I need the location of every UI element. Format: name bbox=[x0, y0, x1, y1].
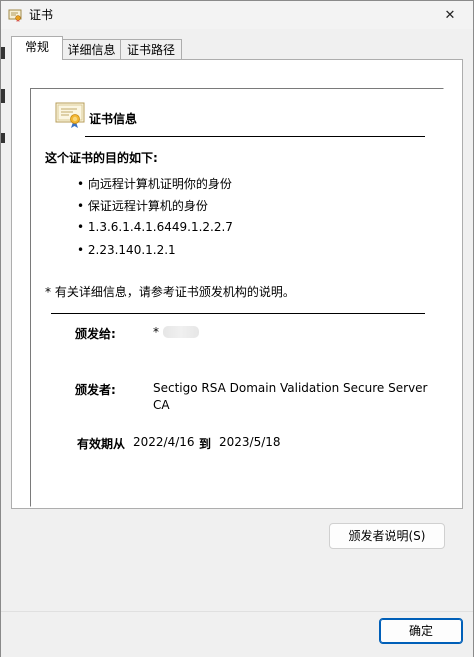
window-title: 证书 bbox=[29, 8, 54, 22]
divider bbox=[85, 136, 425, 137]
close-icon: ✕ bbox=[444, 7, 456, 23]
issued-by-value: Sectigo RSA Domain Validation Secure Ser… bbox=[153, 381, 428, 395]
certificate-icon bbox=[55, 101, 85, 129]
redacted-name bbox=[163, 326, 199, 338]
button-label: 颁发者说明(S) bbox=[348, 529, 426, 543]
purpose-item: • 1.3.6.1.4.1.6449.1.2.2.7 bbox=[77, 220, 233, 234]
button-label: 确定 bbox=[408, 624, 433, 638]
title-bar: 证书 ✕ bbox=[1, 1, 473, 29]
tab-label: 常规 bbox=[24, 40, 49, 54]
section-heading: 证书信息 bbox=[89, 112, 138, 126]
issuer-statement-button[interactable]: 颁发者说明(S) bbox=[329, 523, 445, 549]
ok-button[interactable]: 确定 bbox=[379, 618, 463, 644]
issued-by-label: 颁发者: bbox=[75, 383, 116, 397]
certificate-info-box: 证书信息 这个证书的目的如下: • 向远程计算机证明你的身份 • 保证远程计算机… bbox=[30, 88, 444, 507]
dialog-footer: 确定 bbox=[1, 611, 473, 657]
tab-details[interactable]: 详细信息 bbox=[62, 39, 121, 60]
purpose-item: • 保证远程计算机的身份 bbox=[77, 199, 208, 213]
purpose-item: • 向远程计算机证明你的身份 bbox=[77, 177, 232, 191]
tab-certification-path[interactable]: 证书路径 bbox=[120, 39, 182, 60]
divider bbox=[51, 313, 425, 314]
tab-label: 详细信息 bbox=[67, 43, 116, 57]
issued-to-label: 颁发给: bbox=[75, 327, 116, 341]
purpose-title: 这个证书的目的如下: bbox=[45, 151, 158, 165]
purpose-item: • 2.23.140.1.2.1 bbox=[77, 243, 176, 257]
certificate-icon bbox=[8, 8, 22, 22]
valid-to-label: 到 bbox=[199, 437, 212, 451]
issued-to-value: * bbox=[153, 325, 159, 339]
valid-from-label: 有效期从 bbox=[77, 437, 126, 451]
tab-label: 证书路径 bbox=[126, 43, 175, 57]
valid-to-value: 2023/5/18 bbox=[219, 435, 281, 449]
certificate-dialog: 证书 ✕ 常规 详细信息 证书路径 证书信息 这个证书的目的如下: • 向远程计… bbox=[0, 0, 474, 657]
close-button[interactable]: ✕ bbox=[427, 1, 473, 29]
general-tab-panel: 证书信息 这个证书的目的如下: • 向远程计算机证明你的身份 • 保证远程计算机… bbox=[11, 59, 463, 509]
issued-by-value-continued: CA bbox=[153, 398, 170, 412]
tab-general[interactable]: 常规 bbox=[11, 36, 63, 60]
background-window-edge bbox=[1, 29, 7, 329]
valid-from-value: 2022/4/16 bbox=[133, 435, 195, 449]
info-note: * 有关详细信息，请参考证书颁发机构的说明。 bbox=[45, 285, 295, 299]
